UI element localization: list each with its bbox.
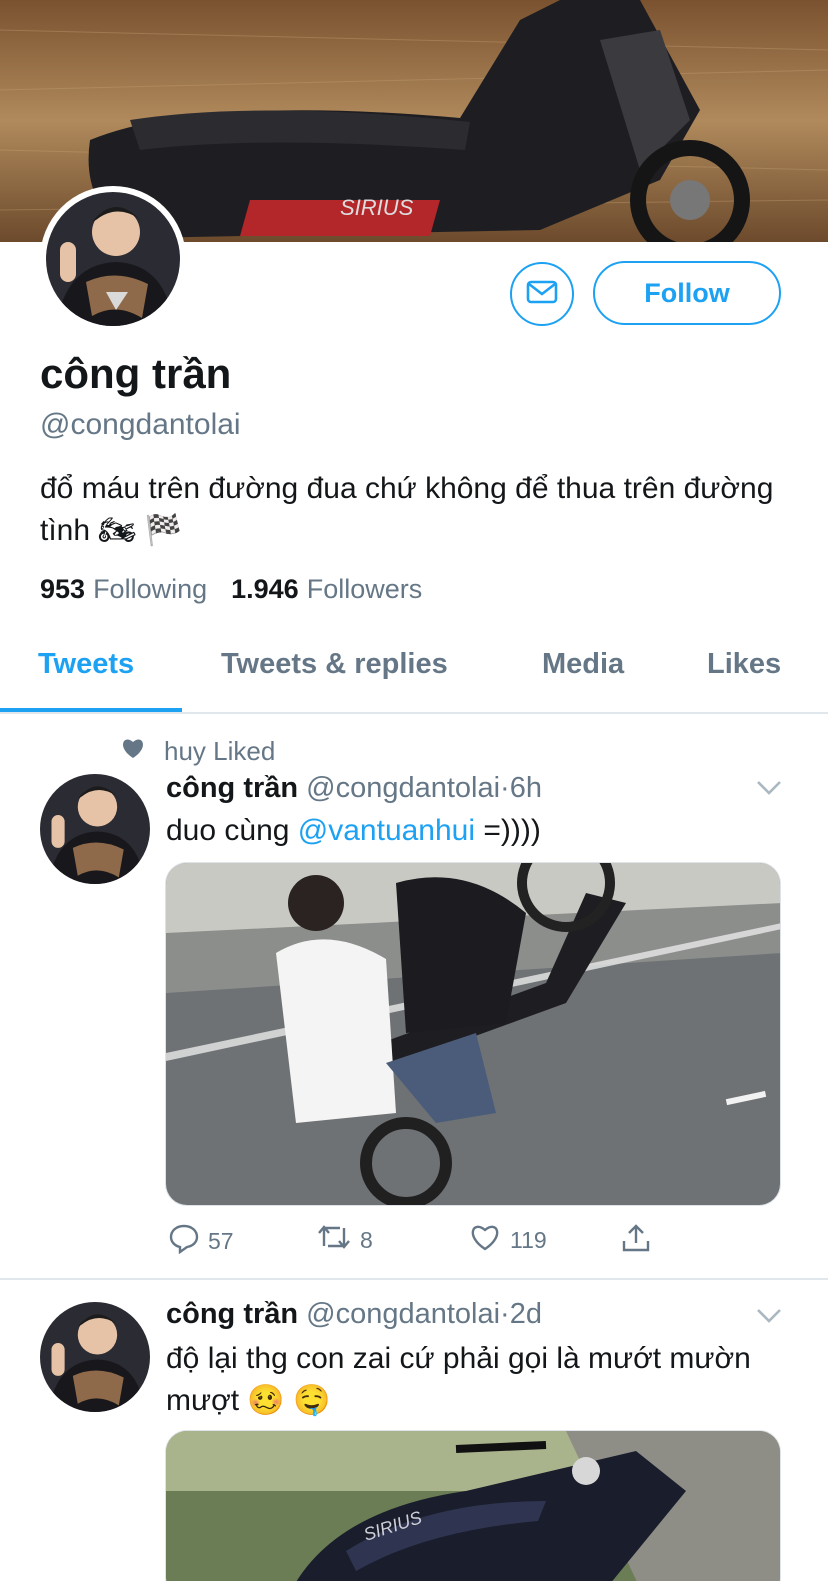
tweet-author-name[interactable]: công trần (166, 1298, 298, 1330)
tweet-avatar[interactable] (40, 774, 150, 884)
heart-filled-icon (120, 736, 146, 767)
tweet-author-handle[interactable]: @congdantolai (306, 772, 500, 804)
tweet-separator: · (500, 772, 510, 804)
followers-label: Followers (306, 574, 423, 604)
profile-display-name: công trần (40, 350, 232, 397)
chevron-down-icon[interactable] (756, 780, 782, 801)
tweet-media-image[interactable]: SIRIUS (165, 1430, 781, 1581)
followers-count: 1.946 (231, 574, 299, 604)
retweet-button[interactable]: 8 (316, 1222, 373, 1258)
like-count: 119 (510, 1226, 547, 1253)
tweet-author-name[interactable]: công trần (166, 772, 298, 804)
tweet-text-after: =)))) (475, 814, 541, 847)
profile-tabs: Tweets Tweets & replies Media Likes (0, 620, 828, 714)
tweet-social-context: huy Liked (120, 736, 275, 767)
tweet-item[interactable]: huy Liked công trần @congdantolai·6h duo … (0, 728, 828, 1280)
tweet-text: độ lại thg con zai cứ phải gọi là mướt m… (166, 1342, 751, 1417)
tweet-time[interactable]: 2d (510, 1298, 542, 1330)
tab-tweets[interactable]: Tweets (38, 648, 134, 681)
message-button[interactable] (510, 262, 574, 326)
svg-text:SIRIUS: SIRIUS (340, 195, 414, 220)
active-tab-indicator (0, 708, 182, 712)
reply-button[interactable]: 57 (168, 1222, 234, 1260)
tweet-text: duo cùng @vantuanhui =)))) (166, 810, 796, 852)
profile-bio: đổ máu trên đường đua chứ không để thua … (40, 472, 774, 547)
social-context-text: huy Liked (164, 736, 276, 766)
tweet-separator: · (500, 1298, 510, 1330)
tweet-text-before: duo cùng (166, 814, 298, 847)
tweet-header: công trần @congdantolai·2d (166, 1298, 542, 1331)
tweet-mention-link[interactable]: @vantuanhui (298, 814, 475, 847)
profile-handle: @congdantolai (40, 408, 241, 441)
following-count: 953 (40, 574, 86, 604)
tab-tweets-replies[interactable]: Tweets & replies (221, 648, 448, 681)
tweet-header: công trần @congdantolai·6h (166, 772, 542, 805)
reply-count: 57 (208, 1227, 234, 1254)
profile-avatar[interactable] (40, 186, 186, 332)
chevron-down-icon[interactable] (756, 1308, 782, 1329)
followers-stat[interactable]: 1.946 Followers (231, 574, 422, 605)
heart-icon (468, 1222, 502, 1258)
retweet-icon (316, 1222, 352, 1258)
share-button[interactable] (620, 1222, 652, 1260)
retweet-count: 8 (360, 1226, 373, 1253)
tweet-actions: 57 8 119 (166, 1222, 686, 1262)
share-icon (620, 1222, 652, 1260)
profile-stats: 953 Following 1.946 Followers (40, 574, 422, 605)
comment-icon (168, 1222, 200, 1260)
tweet-media-image[interactable] (165, 862, 781, 1206)
tweet-item[interactable]: công trần @congdantolai·2d độ lại thg con… (0, 1282, 828, 1581)
tweet-avatar[interactable] (40, 1302, 150, 1412)
tweet-time[interactable]: 6h (510, 772, 542, 804)
following-label: Following (93, 574, 208, 604)
like-button[interactable]: 119 (468, 1222, 547, 1258)
tab-media[interactable]: Media (542, 648, 624, 681)
following-stat[interactable]: 953 Following (40, 574, 207, 605)
mail-icon (525, 275, 559, 314)
tweet-author-handle[interactable]: @congdantolai (306, 1298, 500, 1330)
follow-button[interactable]: Follow (593, 261, 781, 325)
tab-likes[interactable]: Likes (707, 648, 781, 681)
